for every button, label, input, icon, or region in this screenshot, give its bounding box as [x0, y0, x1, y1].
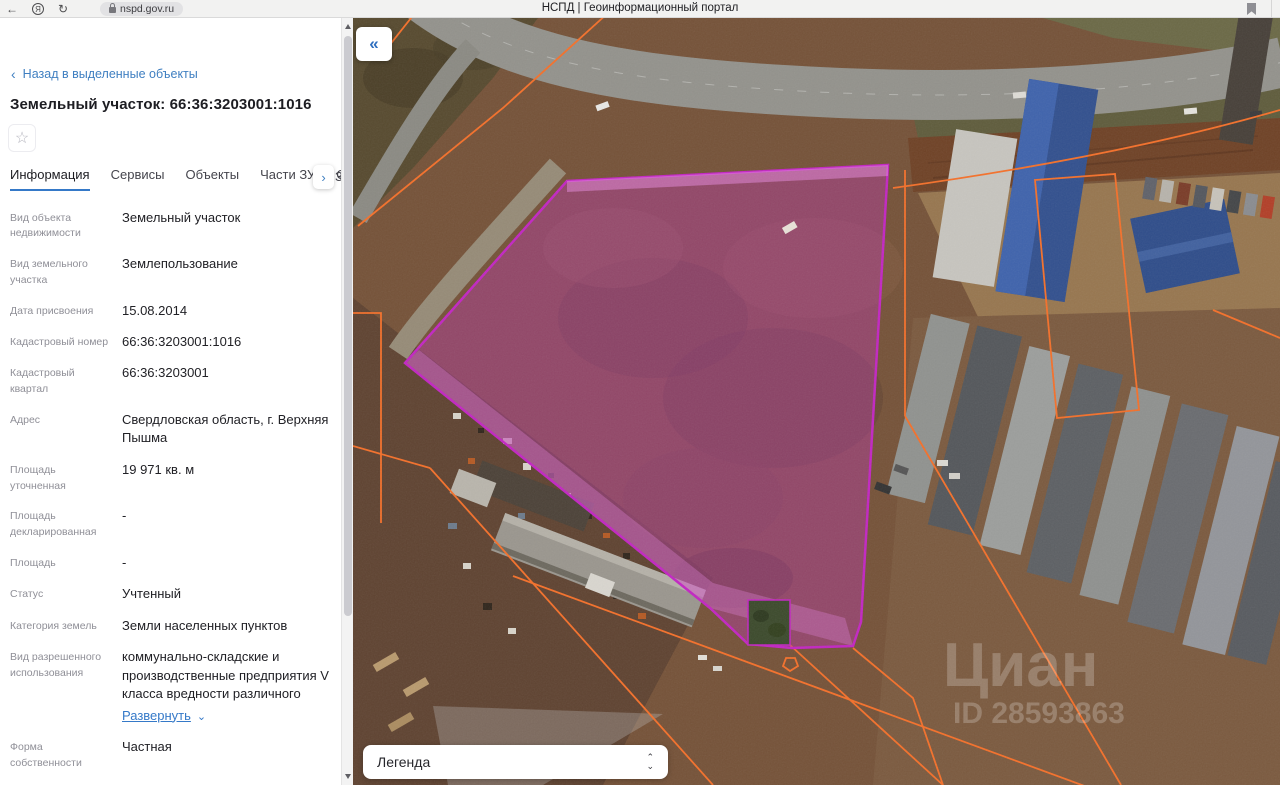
field-value: 66:36:3203001:1016 — [122, 333, 336, 351]
tab-overflow-button[interactable]: › — [313, 165, 334, 189]
favorite-button[interactable]: ☆ — [8, 124, 36, 152]
chevron-left-icon: ‹ — [11, 67, 16, 81]
back-link-label: Назад в выделенные объекты — [23, 67, 198, 81]
field-value: Частная — [122, 738, 336, 772]
field-row: Кадастровая стоимость20 050 684,29 руб. — [10, 778, 336, 785]
legend-label: Легенда — [377, 754, 646, 770]
tabs: ИнформацияСервисыОбъектыЧасти ЗУСост — [10, 167, 341, 191]
field-value: - — [122, 507, 336, 541]
expand-link[interactable]: Развернуть — [122, 707, 191, 725]
field-row: Вид земельного участкаЗемлепользование — [10, 249, 336, 296]
field-row: Кадастровый номер 66:36:3203001:1016 — [10, 326, 336, 357]
field-value: коммунально-складские и производственные… — [122, 648, 336, 725]
field-label: Вид разрешенного использования — [10, 648, 114, 725]
field-label: Адрес — [10, 411, 114, 448]
scroll-up-icon[interactable] — [345, 24, 351, 29]
panel-collapse-button[interactable]: « — [356, 27, 392, 61]
field-label: Вид объекта недвижимости — [10, 209, 114, 243]
watermark-brand: Циан — [943, 631, 1098, 700]
scroll-down-icon[interactable] — [345, 774, 351, 779]
field-label: Кадастровый квартал — [10, 364, 114, 398]
field-row: Форма собственностиЧастная — [10, 732, 336, 779]
field-row: Вид объекта недвижимостиЗемельный участо… — [10, 202, 336, 249]
field-row: Кадастровый квартал66:36:3203001 — [10, 358, 336, 405]
field-label: Форма собственности — [10, 738, 114, 772]
tab-Сервисы[interactable]: Сервисы — [111, 167, 165, 191]
legend-toggle[interactable]: Легенда ⌃⌄ — [363, 745, 668, 779]
field-row: Вид разрешенного использованиякоммунальн… — [10, 642, 336, 732]
field-row: Площадь- — [10, 547, 336, 578]
field-value: 15.08.2014 — [122, 302, 336, 320]
back-link[interactable]: ‹ Назад в выделенные объекты — [11, 67, 198, 81]
panel-scrollbar[interactable] — [341, 18, 353, 785]
field-row: Площадь уточненная19 971 кв. м — [10, 454, 336, 501]
watermark-id: ID 28593863 — [953, 697, 1125, 730]
field-value: Земли населенных пунктов — [122, 617, 336, 635]
browser-bar: ← Я ↻ nspd.gov.ru НСПД | Геоинформационн… — [0, 0, 1280, 18]
star-icon: ☆ — [15, 128, 29, 148]
field-value: 66:36:3203001 — [122, 364, 336, 398]
unfold-more-icon: ⌃⌄ — [646, 754, 654, 769]
field-label: Площадь декларированная — [10, 507, 114, 541]
field-label: Площадь — [10, 554, 114, 572]
field-label: Категория земель — [10, 617, 114, 635]
field-value: Земельный участок — [122, 209, 336, 243]
satellite-scene: Циан ID 28593863 — [353, 18, 1280, 785]
tab-Информация[interactable]: Информация — [10, 167, 90, 191]
field-row: АдресСвердловская область, г. Верхняя Пы… — [10, 404, 336, 454]
field-row: Статус Учтенный — [10, 579, 336, 610]
field-value: 19 971 кв. м — [122, 461, 336, 495]
field-row: Площадь декларированная- — [10, 501, 336, 548]
field-label: Дата присвоения — [10, 302, 114, 320]
page-title: Земельный участок: 66:36:3203001:1016 — [10, 96, 312, 113]
field-row: Дата присвоения 15.08.2014 — [10, 295, 336, 326]
map-canvas[interactable]: Циан ID 28593863 « Легенда ⌃⌄ — [353, 18, 1280, 785]
field-label: Площадь уточненная — [10, 461, 114, 495]
chevron-right-icon: › — [321, 170, 325, 185]
field-value: Свердловская область, г. Верхняя Пышма — [122, 411, 336, 448]
field-label: Вид земельного участка — [10, 255, 114, 289]
field-value: Землепользование — [122, 255, 336, 289]
field-row: Категория земель Земли населенных пунктов — [10, 610, 336, 641]
tab-Части ЗУ[interactable]: Части ЗУ — [260, 167, 315, 191]
chevron-double-left-icon: « — [369, 34, 378, 54]
bar-divider — [1271, 0, 1272, 18]
field-value: Учтенный — [122, 585, 336, 603]
field-label: Статус — [10, 585, 114, 603]
chevron-down-icon: ⌄ — [197, 710, 206, 726]
fields: Вид объекта недвижимостиЗемельный участо… — [10, 202, 336, 785]
field-value: - — [122, 554, 336, 572]
tab-Объекты[interactable]: Объекты — [185, 167, 239, 191]
screen: ← Я ↻ nspd.gov.ru НСПД | Геоинформационн… — [0, 0, 1280, 785]
scrollbar-thumb[interactable] — [344, 36, 352, 616]
field-label: Кадастровый номер — [10, 333, 114, 351]
info-panel: ‹ Назад в выделенные объекты Земельный у… — [0, 18, 341, 785]
page-tab-title: НСПД | Геоинформационный портал — [0, 2, 1280, 14]
